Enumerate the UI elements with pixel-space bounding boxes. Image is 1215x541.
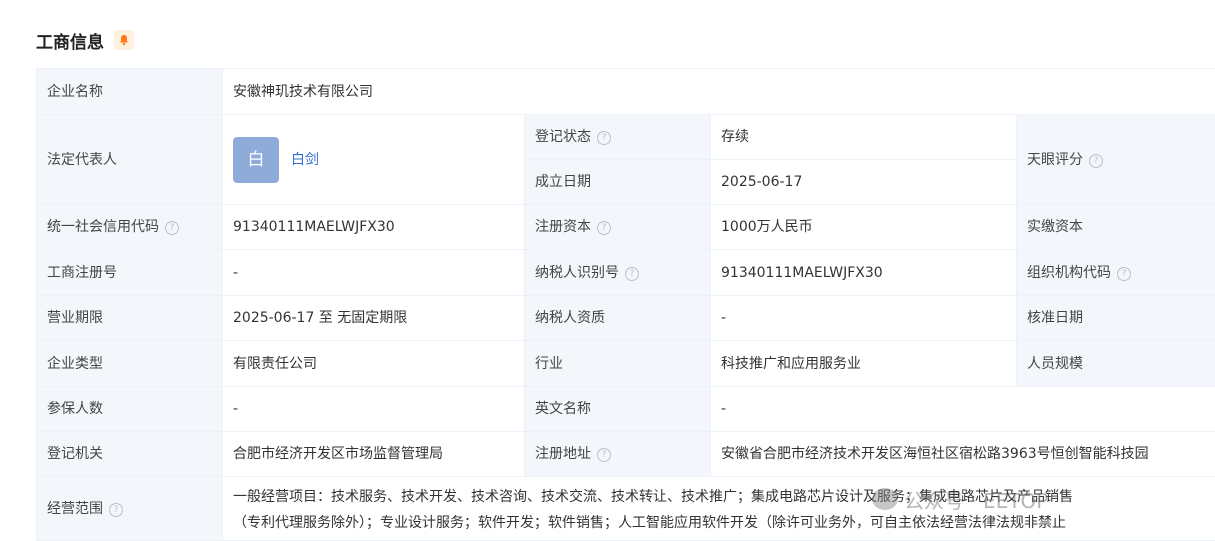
reg-address-value: 安徽省合肥市经济技术开发区海恒社区宿松路3963号恒创智能科技园 bbox=[711, 432, 1215, 477]
taxpayer-id-value: 91340111MAELWJFX30 bbox=[711, 250, 1017, 296]
table-row: 登记机关 合肥市经济开发区市场监督管理局 注册地址? 安徽省合肥市经济技术开发区… bbox=[37, 432, 1215, 477]
help-icon[interactable]: ? bbox=[597, 221, 611, 235]
help-icon[interactable]: ? bbox=[165, 221, 179, 235]
org-code-label-cell: 组织机构代码? bbox=[1017, 250, 1215, 296]
credit-code-label-cell: 统一社会信用代码? bbox=[37, 205, 223, 250]
help-icon[interactable]: ? bbox=[597, 131, 611, 145]
staff-size-label: 人员规模 bbox=[1017, 341, 1215, 387]
table-row: 企业名称 安徽神玑技术有限公司 bbox=[37, 69, 1215, 115]
industry-value: 科技推广和应用服务业 bbox=[711, 341, 1017, 387]
reg-address-label-cell: 注册地址? bbox=[525, 432, 711, 477]
help-icon[interactable]: ? bbox=[1089, 154, 1103, 168]
reg-authority-value: 合肥市经济开发区市场监督管理局 bbox=[223, 432, 525, 477]
credit-code-label: 统一社会信用代码 bbox=[47, 219, 159, 235]
help-icon[interactable]: ? bbox=[625, 267, 639, 281]
biz-scope-label: 经营范围 bbox=[47, 501, 103, 517]
reg-status-value: 存续 bbox=[711, 115, 1017, 160]
company-name-label: 企业名称 bbox=[37, 69, 223, 115]
biz-reg-no-value: - bbox=[223, 250, 525, 296]
biz-scope-line: （专利代理服务除外）；专业设计服务；软件开发；软件销售；人工智能应用软件开发（除… bbox=[233, 510, 1215, 536]
biz-scope-label-cell: 经营范围? bbox=[37, 477, 223, 541]
taxpayer-qual-label: 纳税人资质 bbox=[525, 296, 711, 341]
table-row: 企业类型 有限责任公司 行业 科技推广和应用服务业 人员规模 bbox=[37, 341, 1215, 387]
english-name-label: 英文名称 bbox=[525, 387, 711, 432]
legal-rep-link[interactable]: 白剑 bbox=[291, 152, 319, 168]
table-row: 统一社会信用代码? 91340111MAELWJFX30 注册资本? 1000万… bbox=[37, 205, 1215, 250]
reg-address-label: 注册地址 bbox=[535, 446, 591, 462]
founded-value: 2025-06-17 bbox=[711, 160, 1017, 205]
company-type-label: 企业类型 bbox=[37, 341, 223, 387]
tianyan-score-label: 天眼评分 bbox=[1027, 152, 1083, 168]
company-name-value: 安徽神玑技术有限公司 bbox=[223, 69, 1215, 115]
org-code-label: 组织机构代码 bbox=[1027, 265, 1111, 281]
avatar[interactable]: 白 bbox=[233, 137, 279, 183]
reg-capital-label: 注册资本 bbox=[535, 219, 591, 235]
section-title: 工商信息 bbox=[36, 28, 104, 53]
taxpayer-id-label-cell: 纳税人识别号? bbox=[525, 250, 711, 296]
reg-capital-label-cell: 注册资本? bbox=[525, 205, 711, 250]
help-icon[interactable]: ? bbox=[1117, 267, 1131, 281]
biz-scope-line: 一般经营项目：技术服务、技术开发、技术咨询、技术交流、技术转让、技术推广；集成电… bbox=[233, 484, 1215, 510]
table-row: 法定代表人 白白剑 登记状态? 存续 天眼评分? bbox=[37, 115, 1215, 160]
biz-scope-value: 一般经营项目：技术服务、技术开发、技术咨询、技术交流、技术转让、技术推广；集成电… bbox=[223, 477, 1215, 541]
help-icon[interactable]: ? bbox=[109, 503, 123, 517]
paid-capital-label: 实缴资本 bbox=[1017, 205, 1215, 250]
bell-icon[interactable] bbox=[114, 30, 134, 50]
section-header: 工商信息 bbox=[36, 28, 134, 52]
taxpayer-id-label: 纳税人识别号 bbox=[535, 265, 619, 281]
insured-label: 参保人数 bbox=[37, 387, 223, 432]
english-name-value: - bbox=[711, 387, 1215, 432]
approval-date-label: 核准日期 bbox=[1017, 296, 1215, 341]
legal-rep-cell: 白白剑 bbox=[223, 115, 525, 205]
biz-reg-no-label: 工商注册号 bbox=[37, 250, 223, 296]
reg-capital-value: 1000万人民币 bbox=[711, 205, 1017, 250]
business-info-table: 企业名称 安徽神玑技术有限公司 法定代表人 白白剑 登记状态? 存续 天眼评分?… bbox=[36, 68, 1215, 541]
company-type-value: 有限责任公司 bbox=[223, 341, 525, 387]
industry-label: 行业 bbox=[525, 341, 711, 387]
insured-value: - bbox=[223, 387, 525, 432]
help-icon[interactable]: ? bbox=[597, 448, 611, 462]
founded-label: 成立日期 bbox=[525, 160, 711, 205]
legal-rep-label: 法定代表人 bbox=[37, 115, 223, 205]
table-row: 参保人数 - 英文名称 - bbox=[37, 387, 1215, 432]
biz-term-value: 2025-06-17 至 无固定期限 bbox=[223, 296, 525, 341]
table-row: 营业期限 2025-06-17 至 无固定期限 纳税人资质 - 核准日期 bbox=[37, 296, 1215, 341]
reg-authority-label: 登记机关 bbox=[37, 432, 223, 477]
table-row: 经营范围? 一般经营项目：技术服务、技术开发、技术咨询、技术交流、技术转让、技术… bbox=[37, 477, 1215, 541]
reg-status-label: 登记状态 bbox=[535, 129, 591, 145]
tianyan-score-cell: 天眼评分? bbox=[1017, 115, 1215, 205]
taxpayer-qual-value: - bbox=[711, 296, 1017, 341]
biz-term-label: 营业期限 bbox=[37, 296, 223, 341]
table-row: 工商注册号 - 纳税人识别号? 91340111MAELWJFX30 组织机构代… bbox=[37, 250, 1215, 296]
credit-code-value: 91340111MAELWJFX30 bbox=[223, 205, 525, 250]
reg-status-label-cell: 登记状态? bbox=[525, 115, 711, 160]
